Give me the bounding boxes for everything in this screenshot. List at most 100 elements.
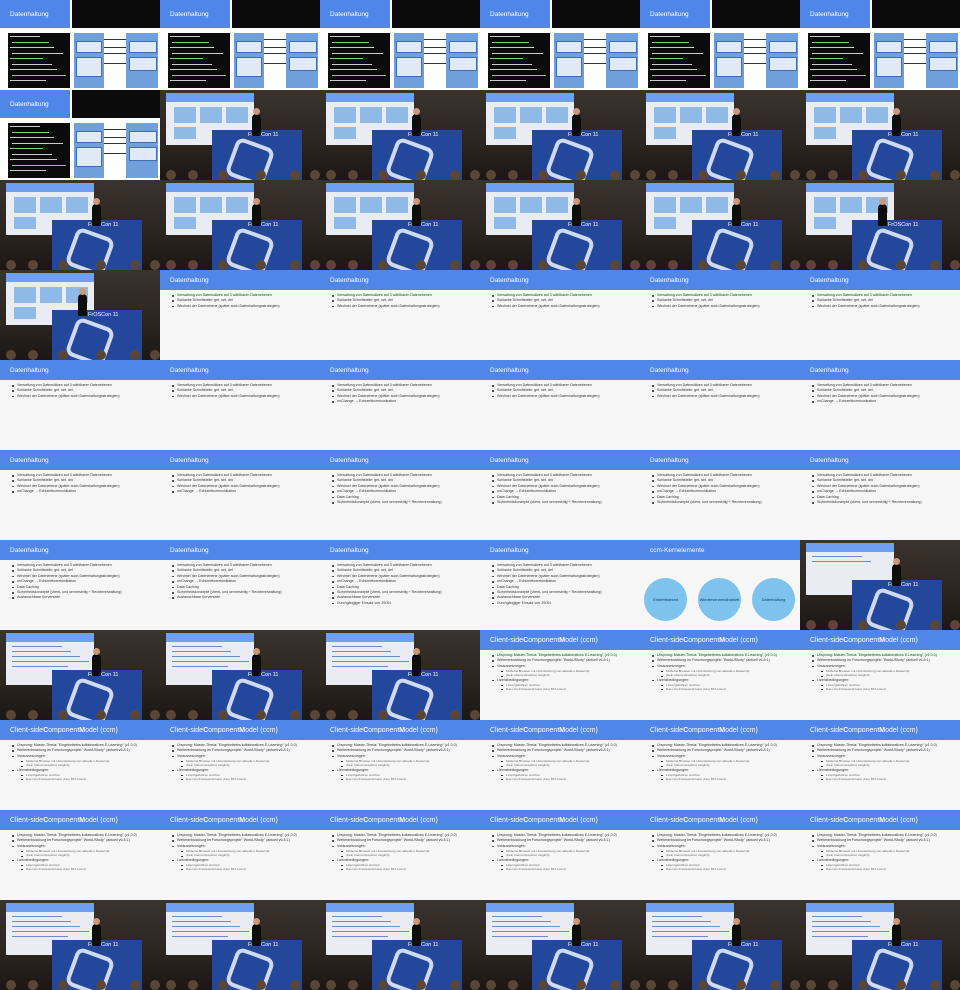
audience-head bbox=[646, 980, 656, 990]
video-frame-thumbnail[interactable]: FrOSCon 11 bbox=[800, 90, 960, 180]
video-frame-thumbnail[interactable]: Client-side Component Model (ccm) Ursprun… bbox=[800, 630, 960, 720]
audience-head bbox=[486, 170, 496, 180]
video-frame-thumbnail[interactable]: Datenhaltung bbox=[320, 0, 480, 90]
video-frame-thumbnail[interactable]: Datenhaltung Verwaltung von Datensätzen a… bbox=[640, 360, 800, 450]
slide-title: Client-side Component Model (ccm) bbox=[800, 630, 960, 650]
video-frame-thumbnail[interactable]: FrOSCon 11 bbox=[0, 180, 160, 270]
video-frame-thumbnail[interactable]: Client-side Component Model (ccm) Ursprun… bbox=[320, 720, 480, 810]
video-frame-thumbnail[interactable]: Datenhaltung Verwaltung von Datensätzen a… bbox=[0, 360, 160, 450]
video-frame-thumbnail[interactable]: Client-side Component Model (ccm) Ursprun… bbox=[800, 810, 960, 900]
video-frame-thumbnail[interactable]: FrOSCon 11 bbox=[320, 900, 480, 990]
video-frame-thumbnail[interactable]: FrOSCon 11 bbox=[640, 90, 800, 180]
video-frame-thumbnail[interactable]: FrOSCon 11 bbox=[160, 630, 320, 720]
video-frame-thumbnail[interactable]: FrOSCon 11 bbox=[480, 180, 640, 270]
video-frame-thumbnail[interactable]: Datenhaltung Verwaltung von Datensätzen a… bbox=[160, 360, 320, 450]
video-frame-thumbnail[interactable]: Client-side Component Model (ccm) Ursprun… bbox=[640, 810, 800, 900]
video-frame-thumbnail[interactable]: FrOSCon 11 bbox=[480, 90, 640, 180]
video-frame-thumbnail[interactable]: Datenhaltung bbox=[640, 0, 800, 90]
video-frame-thumbnail[interactable]: Datenhaltung Verwaltung von Datensätzen a… bbox=[0, 450, 160, 540]
audience-head bbox=[256, 710, 266, 720]
video-frame-thumbnail[interactable]: FrOSCon 11 bbox=[160, 900, 320, 990]
projected-box bbox=[520, 107, 542, 123]
video-frame-thumbnail[interactable]: FrOSCon 11 bbox=[800, 540, 960, 630]
audience-head bbox=[378, 260, 388, 270]
video-frame-thumbnail[interactable]: Datenhaltung bbox=[160, 0, 320, 90]
slide-title-part: Client-side bbox=[650, 726, 684, 734]
video-frame-thumbnail[interactable]: Client-side Component Model (ccm) Ursprun… bbox=[320, 810, 480, 900]
video-frame-thumbnail[interactable]: FrOSCon 11 bbox=[0, 630, 160, 720]
video-frame-thumbnail[interactable]: Client-side Component Model (ccm) Ursprun… bbox=[160, 720, 320, 810]
projected-box bbox=[14, 217, 36, 229]
video-frame-thumbnail[interactable]: Datenhaltung Verwaltung von Datensätzen a… bbox=[320, 360, 480, 450]
video-frame-thumbnail[interactable]: Datenhaltung bbox=[800, 0, 960, 90]
video-frame-thumbnail[interactable]: Client-side Component Model (ccm) Ursprun… bbox=[0, 810, 160, 900]
code-line bbox=[652, 63, 692, 65]
video-frame-thumbnail[interactable]: Datenhaltung Verwaltung von Datensätzen a… bbox=[480, 270, 640, 360]
video-frame-thumbnail[interactable]: Client-side Component Model (ccm) Ursprun… bbox=[480, 720, 640, 810]
video-frame-thumbnail[interactable]: Client-side Component Model (ccm) Ursprun… bbox=[480, 630, 640, 720]
video-frame-thumbnail[interactable]: Datenhaltung Verwaltung von Datensätzen a… bbox=[800, 360, 960, 450]
video-frame-thumbnail[interactable]: Client-side Component Model (ccm) Ursprun… bbox=[640, 630, 800, 720]
audience-head bbox=[6, 260, 16, 270]
video-frame-thumbnail[interactable]: Datenhaltung Verwaltung von Datensätzen a… bbox=[800, 450, 960, 540]
diagram-arrow bbox=[104, 129, 126, 130]
video-frame-thumbnail[interactable]: ccm-Kernelemente Einbettbarkeit Wiederverw… bbox=[640, 540, 800, 630]
video-frame-thumbnail[interactable]: Datenhaltung Verwaltung von Datensätzen a… bbox=[480, 450, 640, 540]
video-frame-thumbnail[interactable]: Datenhaltung Verwaltung von Datensätzen a… bbox=[640, 270, 800, 360]
code-block-top bbox=[232, 0, 320, 28]
video-frame-thumbnail[interactable]: Datenhaltung Verwaltung von Datensätzen a… bbox=[320, 540, 480, 630]
video-frame-thumbnail[interactable]: Datenhaltung Verwaltung von Datensätzen a… bbox=[160, 540, 320, 630]
video-frame-thumbnail[interactable]: Datenhaltung Verwaltung von Datensätzen a… bbox=[800, 270, 960, 360]
video-frame-thumbnail[interactable]: Datenhaltung bbox=[480, 0, 640, 90]
audience bbox=[800, 620, 960, 630]
video-frame-thumbnail[interactable]: Datenhaltung Verwaltung von Datensätzen a… bbox=[0, 540, 160, 630]
video-frame-thumbnail[interactable]: Datenhaltung Verwaltung von Datensätzen a… bbox=[640, 450, 800, 540]
audience-head bbox=[218, 260, 228, 270]
bullet-list: Verwaltung von Datensätzen auf 3 wählbar… bbox=[172, 563, 318, 601]
audience-head bbox=[150, 350, 160, 360]
video-frame-thumbnail[interactable]: Client-side Component Model (ccm) Ursprun… bbox=[160, 810, 320, 900]
video-frame-thumbnail[interactable]: Client-side Component Model (ccm) Ursprun… bbox=[640, 720, 800, 810]
video-frame-thumbnail[interactable]: Client-side Component Model (ccm) Ursprun… bbox=[800, 720, 960, 810]
video-frame-thumbnail[interactable]: FrOSCon 11 bbox=[640, 900, 800, 990]
video-frame-thumbnail[interactable]: Client-side Component Model (ccm) Ursprun… bbox=[480, 810, 640, 900]
audience-head bbox=[736, 260, 746, 270]
video-frame-thumbnail[interactable]: FrOSCon 11 bbox=[640, 180, 800, 270]
video-frame-thumbnail[interactable]: FrOSCon 11 bbox=[320, 90, 480, 180]
projected-box bbox=[200, 107, 222, 123]
video-frame-thumbnail[interactable]: FrOSCon 11 bbox=[160, 180, 320, 270]
audience-head bbox=[470, 260, 480, 270]
video-frame-thumbnail[interactable]: Datenhaltung bbox=[0, 90, 160, 180]
video-frame-thumbnail[interactable]: Datenhaltung bbox=[0, 0, 160, 90]
slide-title: Datenhaltung bbox=[320, 540, 480, 560]
projected-slide-header bbox=[166, 93, 254, 102]
diagram-arrow bbox=[264, 53, 286, 54]
bullet-list: Verwaltung von Datensätzen auf 3 wählbar… bbox=[812, 473, 958, 505]
audience-head bbox=[668, 260, 678, 270]
audience-head bbox=[576, 170, 586, 180]
video-frame-thumbnail[interactable]: Datenhaltung Verwaltung von Datensätzen a… bbox=[160, 450, 320, 540]
code-line bbox=[10, 80, 46, 81]
code-line bbox=[650, 58, 683, 59]
video-frame-thumbnail[interactable]: FrOSCon 11 bbox=[0, 900, 160, 990]
video-frame-thumbnail[interactable]: FrOSCon 11 bbox=[0, 270, 160, 360]
projected-box bbox=[174, 107, 196, 123]
architecture-diagram bbox=[234, 33, 318, 88]
video-frame-thumbnail[interactable]: FrOSCon 11 bbox=[320, 180, 480, 270]
slide-title-part: omponent bbox=[688, 636, 720, 644]
video-frame-thumbnail[interactable]: FrOSCon 11 bbox=[320, 630, 480, 720]
video-frame-thumbnail[interactable]: FrOSCon 11 bbox=[480, 900, 640, 990]
video-frame-thumbnail[interactable]: FrOSCon 11 bbox=[800, 180, 960, 270]
video-frame-thumbnail[interactable]: FrOSCon 11 bbox=[800, 900, 960, 990]
video-frame-thumbnail[interactable]: FrOSCon 11 bbox=[160, 90, 320, 180]
projected-text-line bbox=[492, 931, 569, 932]
architecture-diagram bbox=[394, 33, 478, 88]
video-frame-thumbnail[interactable]: Datenhaltung Verwaltung von Datensätzen a… bbox=[480, 540, 640, 630]
video-frame-thumbnail[interactable]: Client-side Component Model (ccm) Ursprun… bbox=[0, 720, 160, 810]
video-frame-thumbnail[interactable]: Datenhaltung Verwaltung von Datensätzen a… bbox=[480, 360, 640, 450]
audience-head bbox=[930, 170, 940, 180]
video-frame-thumbnail[interactable]: Datenhaltung Verwaltung von Datensätzen a… bbox=[320, 270, 480, 360]
audience-head bbox=[576, 980, 586, 990]
video-frame-thumbnail[interactable]: Datenhaltung Verwaltung von Datensätzen a… bbox=[320, 450, 480, 540]
video-frame-thumbnail[interactable]: Datenhaltung Verwaltung von Datensätzen a… bbox=[160, 270, 320, 360]
